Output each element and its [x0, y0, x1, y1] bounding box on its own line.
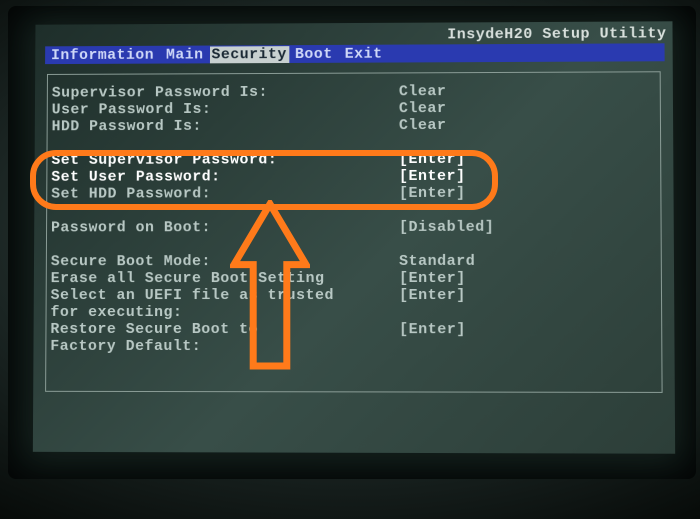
setting-value: [Enter]: [399, 321, 466, 338]
setting-row[interactable]: Set Supervisor Password:[Enter]: [47, 150, 660, 169]
setting-value: Clear: [399, 100, 447, 117]
setting-label: HDD Password Is:: [52, 117, 399, 135]
blank-row: [48, 133, 661, 152]
setting-value: [Disabled]: [399, 219, 494, 236]
setting-value: Clear: [399, 117, 447, 134]
setting-row[interactable]: Password on Boot:[Disabled]: [47, 219, 661, 237]
menu-exit[interactable]: Exit: [339, 45, 389, 62]
setting-row: Secure Boot Mode:Standard: [47, 253, 661, 270]
setting-value: [Enter]: [399, 151, 466, 168]
setting-row[interactable]: Set User Password:[Enter]: [47, 167, 660, 185]
setting-row: User Password Is:Clear: [48, 99, 660, 118]
setting-label: Set User Password:: [51, 168, 399, 186]
setting-label: Erase all Secure Boot Setting: [51, 270, 399, 287]
content-panel: Supervisor Password Is:ClearUser Passwor…: [45, 71, 663, 393]
setting-label: Select an UEFI file as trusted: [51, 287, 400, 304]
setting-row[interactable]: Select an UEFI file as trusted[Enter]: [47, 287, 661, 304]
menu-security[interactable]: Security: [210, 46, 289, 63]
setting-label: User Password Is:: [52, 100, 399, 118]
blank-row: [47, 236, 661, 254]
setting-row: HDD Password Is:Clear: [48, 116, 660, 135]
setting-label: Password on Boot:: [51, 219, 399, 236]
setting-value: Standard: [399, 253, 475, 270]
setting-row: Factory Default:: [46, 338, 661, 356]
setting-row: for executing:: [47, 304, 662, 321]
utility-title: InsydeH20 Setup Utility: [447, 25, 666, 43]
setting-value: [Enter]: [399, 185, 466, 202]
setting-label: Set Supervisor Password:: [51, 151, 399, 169]
menu-main[interactable]: Main: [160, 46, 210, 63]
setting-row[interactable]: Set HDD Password:[Enter]: [47, 184, 660, 202]
setting-value: [Enter]: [399, 287, 466, 304]
setting-label: for executing:: [50, 304, 399, 321]
menu-information[interactable]: Information: [45, 46, 160, 63]
setting-value: [Enter]: [399, 168, 466, 185]
menu-boot[interactable]: Boot: [289, 45, 339, 62]
bios-screen: InsydeH20 Setup Utility Information Main…: [33, 21, 675, 453]
setting-value: Clear: [399, 83, 447, 100]
setting-value: [Enter]: [399, 270, 466, 287]
setting-row[interactable]: Restore Secure Boot to[Enter]: [46, 321, 661, 338]
menu-bar: Information Main Security Boot Exit: [45, 43, 665, 64]
blank-row: [47, 201, 660, 219]
setting-label: Restore Secure Boot to: [50, 321, 399, 338]
setting-label: Supervisor Password Is:: [52, 83, 399, 101]
setting-label: Set HDD Password:: [51, 185, 399, 203]
setting-label: Secure Boot Mode:: [51, 253, 399, 270]
setting-row[interactable]: Erase all Secure Boot Setting[Enter]: [47, 270, 661, 287]
setting-label: Factory Default:: [50, 338, 399, 355]
